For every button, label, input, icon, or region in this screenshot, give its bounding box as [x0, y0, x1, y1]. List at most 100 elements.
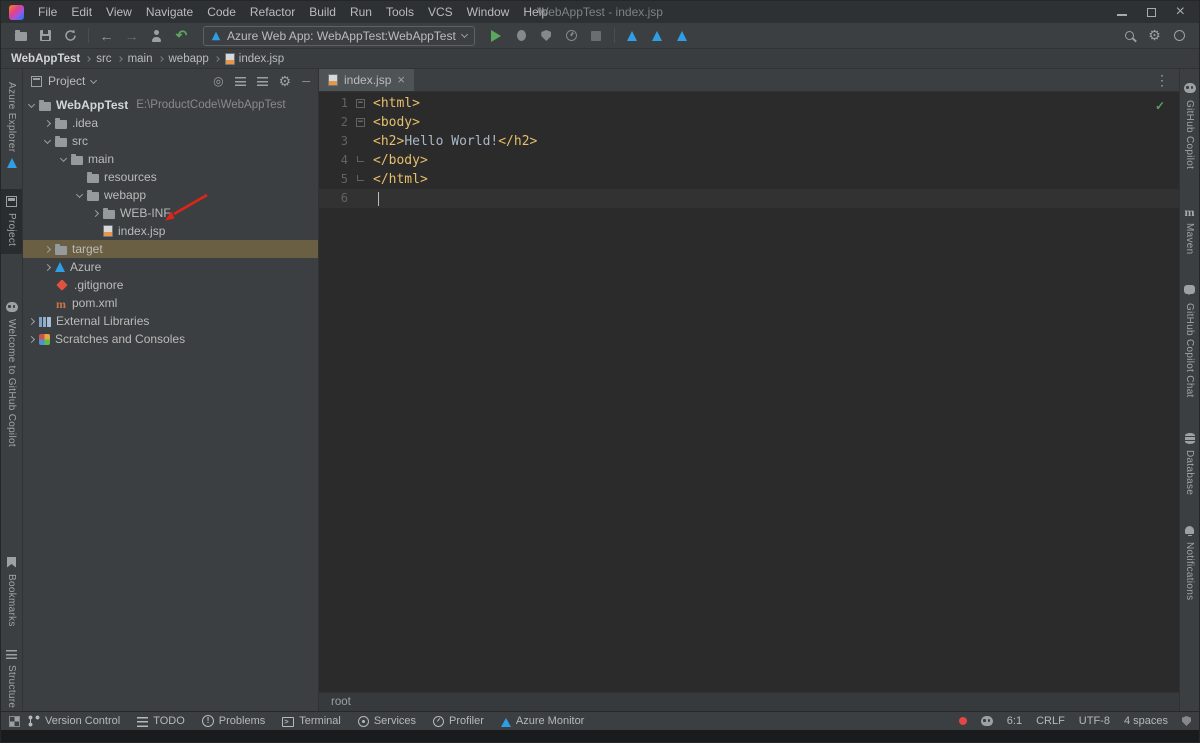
- settings-button[interactable]: [1143, 25, 1166, 46]
- menu-build[interactable]: Build: [302, 2, 343, 22]
- code-line-6[interactable]: 6: [319, 189, 1179, 208]
- stripe-item-bookmarks[interactable]: Bookmarks: [1, 550, 22, 634]
- chevron-right-icon[interactable]: [44, 245, 51, 252]
- caret-position[interactable]: 6:1: [1007, 715, 1022, 727]
- line-number[interactable]: 6: [319, 189, 353, 208]
- inspections-shield-icon[interactable]: [1182, 716, 1191, 726]
- file-encoding[interactable]: UTF-8: [1079, 715, 1110, 727]
- stop-button[interactable]: [585, 25, 608, 46]
- tab-index-jsp[interactable]: index.jsp: [319, 69, 414, 91]
- sync-button[interactable]: [59, 25, 82, 46]
- profile-button[interactable]: [145, 25, 168, 46]
- line-number[interactable]: 3: [319, 132, 353, 151]
- search-everywhere-button[interactable]: [1118, 25, 1141, 46]
- line-number[interactable]: 2: [319, 113, 353, 132]
- chevron-right-icon[interactable]: [28, 317, 35, 324]
- menu-code[interactable]: Code: [200, 2, 243, 22]
- fold-gutter[interactable]: [353, 178, 368, 181]
- indent-style[interactable]: 4 spaces: [1124, 715, 1168, 727]
- fold-gutter[interactable]: [353, 118, 368, 127]
- tree-item-webapp[interactable]: webapp: [23, 186, 318, 204]
- tree-item-web-inf[interactable]: WEB-INF: [23, 204, 318, 222]
- back-button[interactable]: [95, 25, 118, 46]
- tree-item-src[interactable]: src: [23, 132, 318, 150]
- open-button[interactable]: [9, 25, 32, 46]
- tool-window-switcher-icon[interactable]: [9, 716, 20, 727]
- line-number[interactable]: 4: [319, 151, 353, 170]
- tree-item-main[interactable]: main: [23, 150, 318, 168]
- menu-tools[interactable]: Tools: [379, 2, 421, 22]
- statusbar-tool-version-control[interactable]: Version Control: [28, 715, 120, 727]
- stripe-item-database[interactable]: Database: [1180, 426, 1199, 502]
- run-button[interactable]: [485, 25, 508, 46]
- tree-item-gitignore[interactable]: .gitignore: [23, 276, 318, 294]
- tree-item-idea[interactable]: .idea: [23, 114, 318, 132]
- minimize-icon[interactable]: [1117, 14, 1127, 16]
- menu-edit[interactable]: Edit: [64, 2, 99, 22]
- profiler-button[interactable]: [560, 25, 583, 46]
- debug-button[interactable]: [510, 25, 533, 46]
- chevron-right-icon[interactable]: [28, 335, 35, 342]
- tree-item-azure[interactable]: Azure: [23, 258, 318, 276]
- fold-end-icon[interactable]: [357, 156, 364, 162]
- statusbar-tool-services[interactable]: Services: [358, 715, 416, 727]
- chevron-down-icon[interactable]: [44, 136, 51, 143]
- tree-item-webapptest[interactable]: WebAppTestE:\ProductCode\WebAppTest: [23, 96, 318, 114]
- fold-gutter[interactable]: [353, 159, 368, 162]
- line-number[interactable]: 5: [319, 170, 353, 189]
- menu-vcs[interactable]: VCS: [421, 2, 460, 22]
- locate-file-icon[interactable]: [213, 74, 223, 88]
- fold-end-icon[interactable]: [357, 175, 364, 181]
- breadcrumb-item-src[interactable]: src: [96, 53, 111, 65]
- breadcrumb-item-webapptest[interactable]: WebAppTest: [11, 53, 80, 65]
- chevron-down-icon[interactable]: [28, 100, 35, 107]
- statusbar-tool-profiler[interactable]: Profiler: [433, 715, 484, 727]
- tree-item-pom-xml[interactable]: pom.xml: [23, 294, 318, 312]
- code-editor[interactable]: 1<html>2<body>3<h2>Hello World!</h2>4</b…: [319, 92, 1179, 692]
- stripe-item-notifications[interactable]: Notifications: [1180, 519, 1199, 607]
- menu-view[interactable]: View: [99, 2, 139, 22]
- tab-close-icon[interactable]: [397, 73, 405, 87]
- hide-panel-icon[interactable]: [302, 74, 310, 88]
- collapse-all-icon[interactable]: [257, 77, 268, 86]
- fold-gutter[interactable]: [353, 99, 368, 108]
- menu-refactor[interactable]: Refactor: [243, 2, 302, 22]
- breadcrumb-item-webapp[interactable]: webapp: [169, 53, 209, 65]
- code-line-2[interactable]: 2<body>: [319, 113, 1179, 132]
- tree-item-resources[interactable]: resources: [23, 168, 318, 186]
- breadcrumb-item-index-jsp[interactable]: index.jsp: [225, 53, 284, 65]
- inspection-check-icon[interactable]: ✓: [1155, 97, 1165, 116]
- fold-collapse-icon[interactable]: [356, 99, 365, 108]
- editor-breadcrumb-root[interactable]: root: [331, 696, 351, 708]
- stripe-item-github-copilot[interactable]: GitHub Copilot: [1180, 75, 1199, 176]
- stripe-item-project[interactable]: Project: [1, 189, 22, 253]
- chevron-down-icon[interactable]: [90, 76, 97, 83]
- fold-collapse-icon[interactable]: [356, 118, 365, 127]
- code-line-1[interactable]: 1<html>: [319, 94, 1179, 113]
- menu-run[interactable]: Run: [343, 2, 379, 22]
- azure-deploy-button[interactable]: [646, 25, 669, 46]
- line-number[interactable]: 1: [319, 94, 353, 113]
- chevron-down-icon[interactable]: [76, 190, 83, 197]
- close-icon[interactable]: [1176, 5, 1185, 19]
- azure-explorer-button[interactable]: [671, 25, 694, 46]
- line-separator[interactable]: CRLF: [1036, 715, 1065, 727]
- maximize-icon[interactable]: [1147, 8, 1156, 17]
- menu-navigate[interactable]: Navigate: [139, 2, 200, 22]
- forward-button[interactable]: [120, 25, 143, 46]
- menu-window[interactable]: Window: [460, 2, 517, 22]
- statusbar-tool-azure-monitor[interactable]: Azure Monitor: [501, 715, 584, 727]
- expand-all-icon[interactable]: [235, 77, 246, 86]
- menu-file[interactable]: File: [31, 2, 64, 22]
- code-line-5[interactable]: 5</html>: [319, 170, 1179, 189]
- chevron-right-icon[interactable]: [44, 263, 51, 270]
- panel-options-gear-icon[interactable]: [279, 73, 292, 90]
- stripe-item-structure[interactable]: Structure: [1, 643, 22, 715]
- stripe-item-welcome-to-github-copilot[interactable]: Welcome to GitHub Copilot: [1, 294, 22, 454]
- chevron-down-icon[interactable]: [60, 154, 67, 161]
- statusbar-tool-terminal[interactable]: Terminal: [282, 715, 341, 727]
- tree-item-target[interactable]: target: [23, 240, 318, 258]
- chevron-right-icon[interactable]: [92, 209, 99, 216]
- tree-item-external-libraries[interactable]: External Libraries: [23, 312, 318, 330]
- statusbar-tool-problems[interactable]: Problems: [202, 715, 265, 727]
